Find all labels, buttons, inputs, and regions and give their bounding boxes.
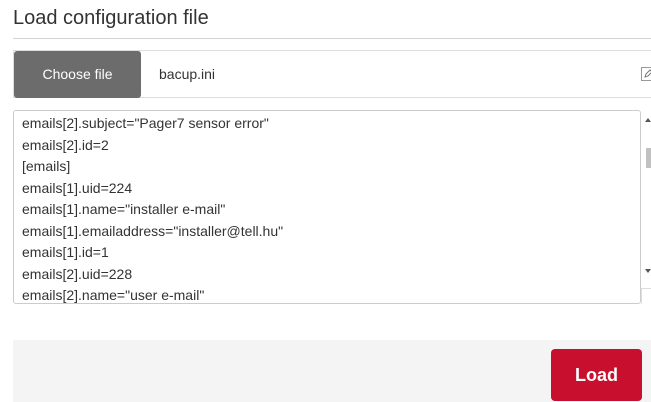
title-divider [13, 38, 651, 39]
config-line: [emails] [22, 158, 71, 174]
dialog-footer: Load [13, 340, 651, 402]
config-line: emails[1].id=1 [22, 244, 109, 260]
choose-file-button[interactable]: Choose file [14, 51, 141, 98]
load-button[interactable]: Load [551, 349, 642, 401]
config-line: emails[1].name="installer e-mail" [22, 201, 226, 217]
selected-file-name: bacup.ini [159, 66, 216, 82]
dialog-title: Load configuration file [13, 7, 209, 29]
scroll-down-arrow-icon[interactable] [645, 269, 651, 273]
config-line: emails[1].emailaddress="installer@tell.h… [22, 222, 284, 239]
textarea-scrollbar[interactable] [641, 110, 651, 304]
scroll-thumb[interactable] [646, 148, 651, 168]
scroll-up-arrow-icon[interactable] [645, 118, 651, 122]
file-input-row: Choose file bacup.ini [13, 50, 651, 98]
textarea-resize-handle[interactable] [641, 288, 651, 304]
config-line: emails[2].name="user e-mail" [22, 287, 205, 303]
config-lines: emails[2].subject="Pager7 sensor error" … [22, 113, 284, 303]
config-line: emails[2].subject="Pager7 sensor error" [22, 115, 269, 131]
config-content-textarea[interactable]: emails[2].subject="Pager7 sensor error" … [13, 110, 641, 304]
config-line: emails[2].id=2 [22, 136, 109, 153]
config-line: emails[2].uid=228 [22, 265, 133, 282]
config-line: emails[1].uid=224 [22, 179, 133, 196]
edit-icon[interactable] [641, 67, 651, 81]
